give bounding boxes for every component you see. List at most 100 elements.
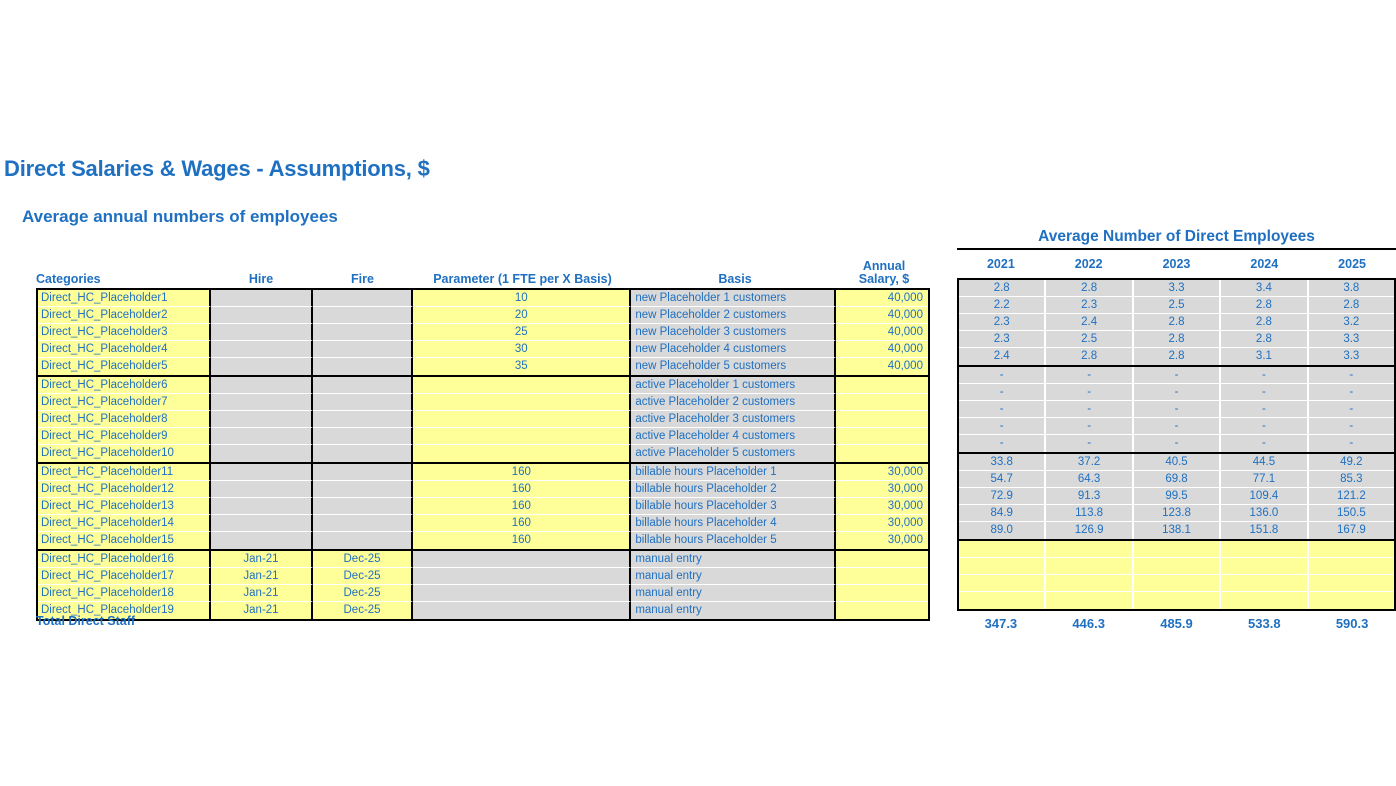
cell-employee-count[interactable]	[1308, 558, 1395, 575]
cell-employee-count[interactable]: -	[1133, 367, 1222, 384]
cell-hire[interactable]	[211, 481, 313, 498]
cell-employee-count[interactable]: 99.5	[1133, 488, 1222, 505]
cell-annual-salary[interactable]: 30,000	[836, 464, 928, 481]
cell-employee-count[interactable]: -	[1308, 401, 1395, 418]
cell-employee-count[interactable]: -	[1133, 418, 1222, 435]
cell-hire[interactable]	[211, 341, 313, 358]
cell-employee-count[interactable]: -	[959, 435, 1047, 452]
cell-employee-count[interactable]: -	[1221, 418, 1309, 435]
cell-hire[interactable]: Jan-21	[211, 568, 313, 585]
cell-employee-count[interactable]	[1133, 592, 1222, 609]
cell-employee-count[interactable]: 77.1	[1221, 471, 1309, 488]
cell-hire[interactable]	[211, 464, 313, 481]
cell-employee-count[interactable]: 2.3	[959, 314, 1047, 331]
cell-basis[interactable]: billable hours Placeholder 1	[631, 464, 837, 481]
cell-parameter[interactable]	[413, 411, 632, 428]
cell-annual-salary[interactable]: 30,000	[836, 498, 928, 515]
cell-hire[interactable]	[211, 515, 313, 532]
cell-employee-count[interactable]: 126.9	[1046, 522, 1134, 539]
cell-employee-count[interactable]: 2.5	[1133, 297, 1222, 314]
cell-category[interactable]: Direct_HC_Placeholder8	[38, 411, 212, 428]
cell-hire[interactable]	[211, 445, 313, 462]
cell-fire[interactable]: Dec-25	[312, 602, 414, 619]
cell-employee-count[interactable]: 44.5	[1221, 454, 1309, 471]
cell-employee-count[interactable]: -	[959, 401, 1047, 418]
cell-employee-count[interactable]	[1221, 541, 1309, 558]
cell-employee-count[interactable]	[1046, 575, 1134, 592]
cell-annual-salary[interactable]	[836, 394, 928, 411]
cell-basis[interactable]: new Placeholder 3 customers	[631, 324, 837, 341]
cell-category[interactable]: Direct_HC_Placeholder12	[38, 481, 212, 498]
cell-basis[interactable]: billable hours Placeholder 3	[631, 498, 837, 515]
cell-employee-count[interactable]: 2.8	[1133, 331, 1222, 348]
cell-employee-count[interactable]	[1308, 575, 1395, 592]
cell-fire[interactable]: Dec-25	[312, 585, 414, 602]
cell-employee-count[interactable]: -	[1046, 418, 1134, 435]
cell-hire[interactable]: Jan-21	[211, 585, 313, 602]
cell-parameter[interactable]: 160	[413, 532, 632, 549]
cell-parameter[interactable]: 25	[413, 324, 632, 341]
cell-annual-salary[interactable]: 40,000	[836, 341, 928, 358]
cell-employee-count[interactable]	[1133, 558, 1222, 575]
cell-category[interactable]: Direct_HC_Placeholder9	[38, 428, 212, 445]
cell-fire[interactable]	[312, 464, 414, 481]
cell-employee-count[interactable]: 109.4	[1221, 488, 1309, 505]
cell-basis[interactable]: billable hours Placeholder 4	[631, 515, 837, 532]
cell-fire[interactable]	[312, 394, 414, 411]
cell-employee-count[interactable]: 151.8	[1221, 522, 1309, 539]
cell-parameter[interactable]: 160	[413, 481, 632, 498]
cell-hire[interactable]	[211, 377, 313, 394]
cell-employee-count[interactable]: 85.3	[1308, 471, 1395, 488]
cell-employee-count[interactable]: 136.0	[1221, 505, 1309, 522]
cell-fire[interactable]: Dec-25	[312, 551, 414, 568]
cell-basis[interactable]: manual entry	[631, 602, 837, 619]
cell-employee-count[interactable]: -	[1046, 367, 1134, 384]
cell-annual-salary[interactable]	[836, 411, 928, 428]
cell-basis[interactable]: manual entry	[631, 551, 837, 568]
cell-hire[interactable]	[211, 394, 313, 411]
cell-annual-salary[interactable]: 30,000	[836, 515, 928, 532]
cell-fire[interactable]	[312, 324, 414, 341]
cell-employee-count[interactable]: 49.2	[1308, 454, 1395, 471]
cell-annual-salary[interactable]	[836, 377, 928, 394]
cell-employee-count[interactable]: -	[1133, 401, 1222, 418]
cell-annual-salary[interactable]	[836, 568, 928, 585]
cell-employee-count[interactable]	[959, 592, 1047, 609]
cell-employee-count[interactable]: 150.5	[1308, 505, 1395, 522]
cell-employee-count[interactable]	[959, 558, 1047, 575]
cell-employee-count[interactable]: 72.9	[959, 488, 1047, 505]
cell-employee-count[interactable]: 2.2	[959, 297, 1047, 314]
cell-employee-count[interactable]: -	[1133, 435, 1222, 452]
cell-parameter[interactable]: 20	[413, 307, 632, 324]
cell-fire[interactable]	[312, 515, 414, 532]
cell-category[interactable]: Direct_HC_Placeholder11	[38, 464, 212, 481]
cell-parameter[interactable]: 160	[413, 498, 632, 515]
cell-employee-count[interactable]: 64.3	[1046, 471, 1134, 488]
cell-parameter[interactable]: 30	[413, 341, 632, 358]
cell-annual-salary[interactable]: 30,000	[836, 532, 928, 549]
cell-employee-count[interactable]: 91.3	[1046, 488, 1134, 505]
cell-parameter[interactable]	[413, 428, 632, 445]
cell-fire[interactable]: Dec-25	[312, 568, 414, 585]
cell-annual-salary[interactable]: 40,000	[836, 290, 928, 307]
cell-category[interactable]: Direct_HC_Placeholder17	[38, 568, 212, 585]
cell-employee-count[interactable]: 33.8	[959, 454, 1047, 471]
cell-category[interactable]: Direct_HC_Placeholder1	[38, 290, 212, 307]
cell-employee-count[interactable]: 2.8	[1221, 297, 1309, 314]
cell-employee-count[interactable]: 138.1	[1133, 522, 1222, 539]
cell-employee-count[interactable]	[1221, 558, 1309, 575]
cell-fire[interactable]	[312, 411, 414, 428]
cell-basis[interactable]: billable hours Placeholder 5	[631, 532, 837, 549]
cell-fire[interactable]	[312, 498, 414, 515]
cell-basis[interactable]: active Placeholder 5 customers	[631, 445, 837, 462]
cell-fire[interactable]	[312, 307, 414, 324]
cell-fire[interactable]	[312, 358, 414, 375]
cell-employee-count[interactable]: -	[1308, 435, 1395, 452]
cell-category[interactable]: Direct_HC_Placeholder10	[38, 445, 212, 462]
cell-annual-salary[interactable]: 40,000	[836, 324, 928, 341]
cell-hire[interactable]	[211, 290, 313, 307]
cell-employee-count[interactable]: 123.8	[1133, 505, 1222, 522]
cell-parameter[interactable]	[413, 445, 632, 462]
cell-parameter[interactable]	[413, 602, 632, 619]
cell-parameter[interactable]	[413, 585, 632, 602]
